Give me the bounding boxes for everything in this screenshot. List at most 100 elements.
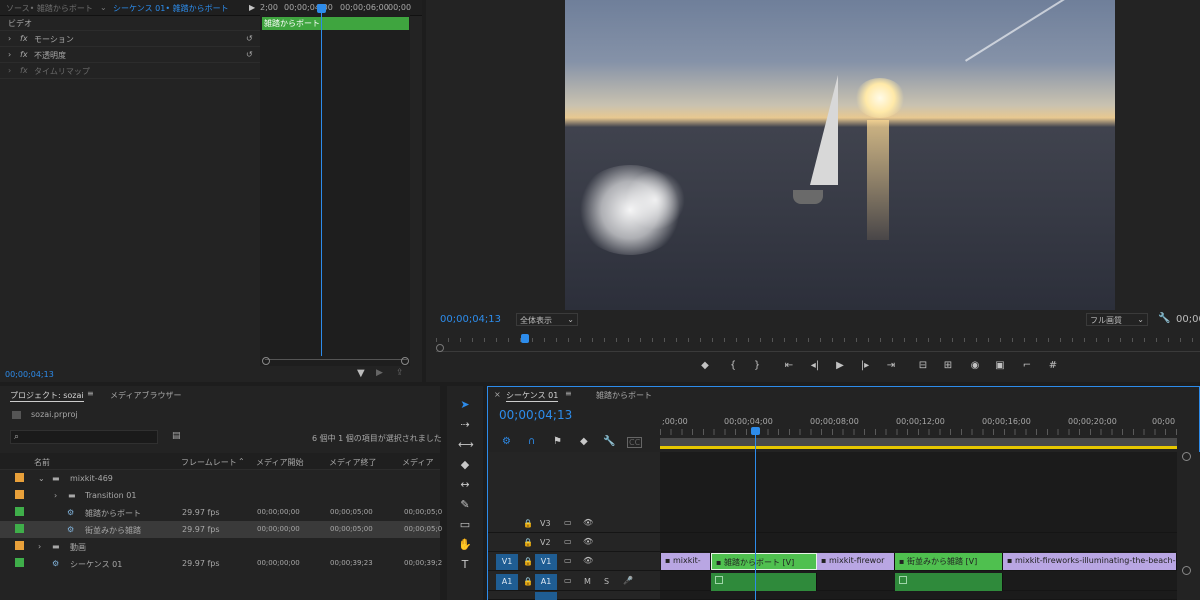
zoom-handle-left[interactable]: [436, 344, 444, 352]
sync-lock-icon[interactable]: ▭: [564, 537, 572, 546]
wrench-icon[interactable]: 🔧: [603, 436, 615, 447]
track-label-v1[interactable]: V1: [535, 554, 557, 570]
list-item[interactable]: ⚙ シーケンス 01 29.97 fps 00;00;00;00 00;00;3…: [0, 555, 442, 572]
tab-timeline-sequence[interactable]: シーケンス 01: [506, 390, 559, 402]
safe-margin-icon[interactable]: ⌐: [1020, 360, 1034, 371]
effect-controls-ruler[interactable]: 2;00 00;00;04;00 00;00;06;00 00;00: [260, 0, 411, 16]
rectangle-tool-icon[interactable]: ▭: [458, 518, 472, 531]
hand-tool-icon[interactable]: ✋: [458, 538, 472, 551]
slip-tool-icon[interactable]: ↔: [458, 478, 472, 491]
selection-tool-icon[interactable]: ➤: [458, 398, 472, 411]
eye-icon[interactable]: 👁: [583, 556, 593, 565]
timeline-vertical-scrollbar[interactable]: [1177, 452, 1200, 600]
program-timecode[interactable]: 00;00;04;13: [440, 314, 501, 325]
sync-lock-icon[interactable]: ▭: [564, 556, 572, 565]
fx-icon[interactable]: fx: [20, 34, 28, 43]
audio-clip[interactable]: [895, 573, 1003, 591]
column-media-extra[interactable]: メディア: [402, 457, 433, 468]
expand-icon[interactable]: ›: [8, 50, 11, 59]
expand-icon[interactable]: ›: [54, 491, 57, 500]
scroll-handle-bottom[interactable]: [1182, 566, 1191, 575]
step-forward-icon[interactable]: |▸: [858, 360, 872, 371]
lift-icon[interactable]: ⊟: [916, 360, 930, 371]
type-tool-icon[interactable]: T: [458, 558, 472, 571]
list-item[interactable]: › ▬ Transition 01: [0, 487, 440, 504]
column-fps[interactable]: フレームレート: [181, 457, 237, 468]
effect-clip-bar[interactable]: 雑踏からボート: [262, 17, 409, 30]
column-media-start[interactable]: メディア開始: [256, 457, 303, 468]
sort-up-icon[interactable]: ⌃: [238, 457, 245, 466]
camera-icon[interactable]: ◉: [968, 360, 982, 371]
tab-media-browser[interactable]: メディアブラウザー: [110, 390, 181, 401]
timeline-clip[interactable]: ▪ 街並みから雑踏 [V]: [895, 553, 1003, 570]
track-label-a2[interactable]: [535, 592, 557, 600]
list-item[interactable]: ⌄ ▬ mixkit-469: [0, 470, 440, 487]
sync-lock-icon[interactable]: ▭: [564, 576, 572, 585]
fx-icon[interactable]: fx: [20, 50, 28, 59]
solo-button[interactable]: S: [604, 577, 609, 586]
play-audio-icon[interactable]: ▶: [376, 368, 383, 378]
label-color-swatch[interactable]: [15, 541, 24, 550]
tab-source[interactable]: ソース• 雑踏からボート: [6, 3, 93, 14]
effect-playhead-handle[interactable]: [317, 4, 326, 13]
extract-icon[interactable]: ⊞: [941, 360, 955, 371]
ripple-edit-tool-icon[interactable]: ⟷: [458, 438, 474, 451]
pen-tool-icon[interactable]: ✎: [458, 498, 472, 511]
fit-select[interactable]: 全体表示 ⌄: [516, 313, 578, 326]
compare-icon[interactable]: ▣: [993, 360, 1007, 371]
snap-icon[interactable]: ∩: [528, 436, 535, 447]
captions-icon[interactable]: CC: [627, 437, 643, 448]
timeline-clip[interactable]: ▪ mixkit-: [661, 553, 711, 570]
list-item-selected[interactable]: ⚙ 街並みから雑踏 29.97 fps 00;00;00;00 00;00;05…: [0, 521, 442, 538]
go-to-in-icon[interactable]: ⇤: [782, 360, 796, 371]
effect-timeline-area[interactable]: [260, 16, 410, 366]
source-patch-a1[interactable]: A1: [496, 574, 518, 590]
label-color-swatch[interactable]: [15, 490, 24, 499]
tab-project[interactable]: プロジェクト: sozai: [10, 390, 84, 402]
effect-row-time-remap[interactable]: › fx タイムリマップ: [0, 64, 260, 79]
linked-selection-icon[interactable]: ⚑: [553, 436, 562, 447]
column-media-end[interactable]: メディア終了: [329, 457, 376, 468]
timeline-clip[interactable]: ▪ mixkit-fireworks-illuminating-the-beac…: [1003, 553, 1177, 570]
add-marker-icon[interactable]: ◆: [698, 360, 712, 371]
list-item[interactable]: ⚙ 雑踏からボート 29.97 fps 00;00;00;00 00;00;05…: [0, 504, 442, 521]
effect-zoom-scrollbar[interactable]: [265, 359, 407, 364]
audio-clip[interactable]: [711, 573, 817, 591]
tab-sequence-effects[interactable]: シーケンス 01• 雑踏からボート: [113, 3, 229, 14]
scroll-handle-right[interactable]: [401, 357, 409, 365]
timeline-timecode[interactable]: 00;00;04;13: [499, 408, 572, 422]
close-icon[interactable]: ×: [494, 390, 501, 399]
effect-row-motion[interactable]: › fx モーション ↺: [0, 32, 260, 47]
project-search-input[interactable]: ⌕: [10, 430, 158, 444]
chevron-down-icon[interactable]: ⌄: [100, 3, 107, 12]
lock-icon[interactable]: 🔒: [523, 538, 533, 547]
effect-playhead[interactable]: [321, 4, 322, 356]
label-color-swatch[interactable]: [15, 558, 24, 567]
tab-timeline-other[interactable]: 雑踏からボート: [596, 390, 652, 401]
effect-timecode[interactable]: 00;00;04;13: [5, 370, 54, 379]
play-icon[interactable]: ▶: [833, 360, 847, 371]
source-patch-v1[interactable]: V1: [496, 554, 518, 570]
column-name[interactable]: 名前: [34, 457, 50, 468]
sync-lock-icon[interactable]: ▭: [564, 518, 572, 527]
new-bin-from-search-icon[interactable]: ▤: [172, 431, 181, 441]
reset-icon[interactable]: ↺: [246, 50, 253, 59]
expand-icon[interactable]: ›: [38, 542, 41, 551]
track-select-tool-icon[interactable]: ⇢: [458, 418, 472, 431]
expand-icon[interactable]: ›: [8, 34, 11, 43]
go-to-out-icon[interactable]: ⇥: [884, 360, 898, 371]
filter-icon[interactable]: ▼: [357, 368, 365, 379]
hamburger-icon[interactable]: ≡: [87, 389, 94, 398]
lock-icon[interactable]: 🔒: [523, 519, 533, 528]
timeline-clip-selected[interactable]: ▪ 雑踏からボート [V]: [711, 553, 817, 570]
timeline-clip[interactable]: ▪ mixkit-firewor: [817, 553, 895, 570]
program-playhead[interactable]: [521, 334, 529, 343]
mark-in-icon[interactable]: {: [726, 360, 740, 371]
effect-row-opacity[interactable]: › fx 不透明度 ↺: [0, 48, 260, 63]
quality-select[interactable]: フル画質 ⌄: [1086, 313, 1148, 326]
label-color-swatch[interactable]: [15, 524, 24, 533]
eye-icon[interactable]: 👁: [583, 537, 593, 546]
play-only-icon[interactable]: ▶: [249, 3, 255, 12]
mute-button[interactable]: M: [584, 577, 591, 586]
timeline-playhead[interactable]: [755, 430, 756, 600]
